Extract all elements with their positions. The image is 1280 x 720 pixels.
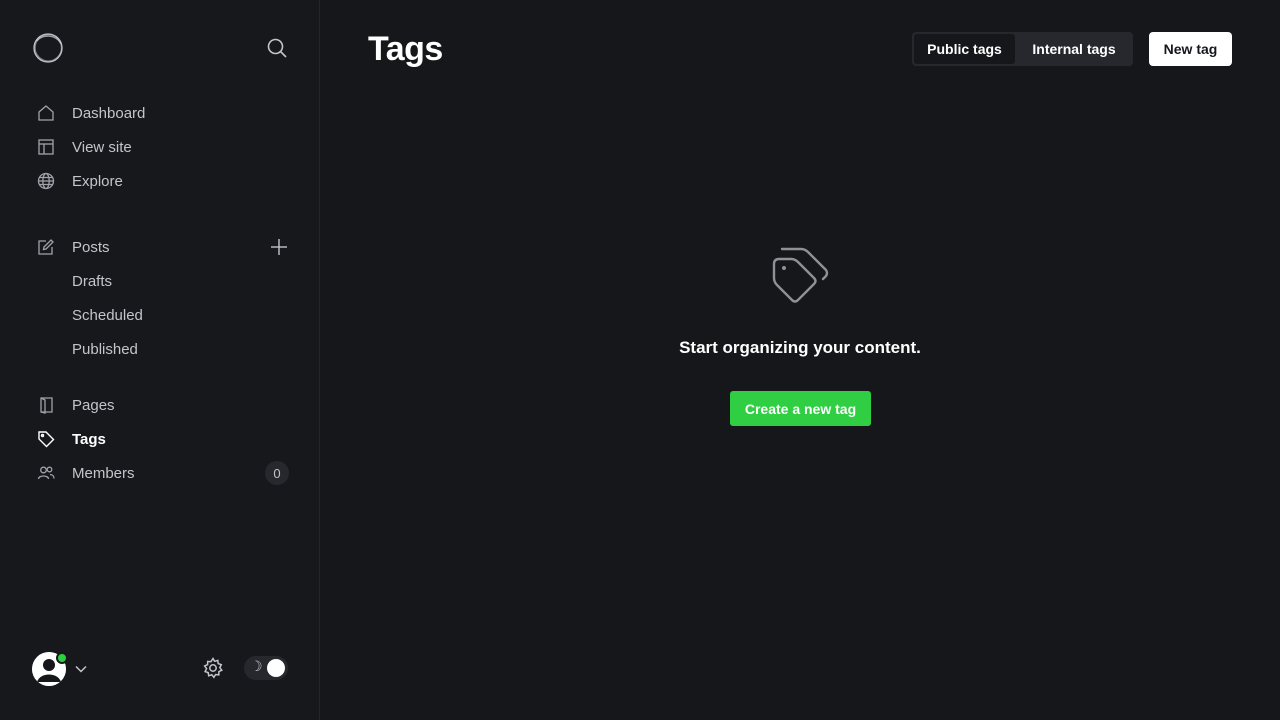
nav-item-scheduled[interactable]: Scheduled — [72, 303, 272, 327]
tab-internal-tags[interactable]: Internal tags — [1017, 34, 1131, 64]
nav-label: Pages — [72, 396, 115, 414]
toggle-knob — [267, 659, 285, 677]
user-menu[interactable] — [32, 650, 92, 686]
nav-item-posts[interactable]: Posts — [36, 235, 292, 259]
gear-icon[interactable] — [201, 656, 225, 680]
search-icon[interactable] — [266, 37, 288, 59]
chevron-down-icon — [74, 662, 88, 676]
tag-icon — [36, 429, 56, 449]
new-tag-button[interactable]: New tag — [1149, 32, 1232, 66]
nav-item-tags[interactable]: Tags — [36, 427, 292, 451]
tag-outline-icon — [770, 246, 830, 306]
nav-label: Dashboard — [72, 104, 146, 122]
home-icon — [36, 103, 56, 123]
plus-icon[interactable] — [268, 236, 290, 258]
nav-item-members[interactable]: Members — [36, 461, 292, 485]
nav-label: Posts — [72, 238, 110, 256]
pencil-icon — [36, 237, 56, 257]
create-new-tag-button[interactable]: Create a new tag — [730, 391, 871, 426]
users-icon — [36, 463, 56, 483]
ghost-logo-icon[interactable] — [32, 32, 64, 64]
app-window: Dashboard View site Explore Posts Drafts… — [0, 0, 1280, 720]
nav-label: View site — [72, 138, 132, 156]
members-count-badge: 0 — [265, 461, 289, 485]
nav-label: Explore — [72, 172, 123, 190]
nav-label: Tags — [72, 430, 106, 448]
tab-public-tags[interactable]: Public tags — [914, 34, 1015, 64]
nav-item-published[interactable]: Published — [72, 337, 272, 361]
page-icon — [36, 395, 56, 415]
main-content: Tags Public tags Internal tags New tag S… — [320, 0, 1280, 720]
empty-state-message: Start organizing your content. — [679, 338, 921, 357]
layout-icon — [36, 137, 56, 157]
nav-item-explore[interactable]: Explore — [36, 169, 292, 193]
theme-toggle[interactable]: ☽ — [244, 656, 288, 680]
nav-item-drafts[interactable]: Drafts — [72, 269, 272, 293]
nav-item-pages[interactable]: Pages — [36, 393, 292, 417]
moon-icon: ☽ — [250, 659, 263, 675]
nav-item-dashboard[interactable]: Dashboard — [36, 101, 292, 125]
page-title: Tags — [368, 30, 443, 68]
nav-item-view-site[interactable]: View site — [36, 135, 292, 159]
nav-label: Members — [72, 464, 135, 482]
sidebar: Dashboard View site Explore Posts Drafts… — [0, 0, 320, 720]
tag-type-switcher: Public tags Internal tags — [912, 32, 1133, 66]
online-status-dot — [56, 652, 68, 664]
globe-icon — [36, 171, 56, 191]
